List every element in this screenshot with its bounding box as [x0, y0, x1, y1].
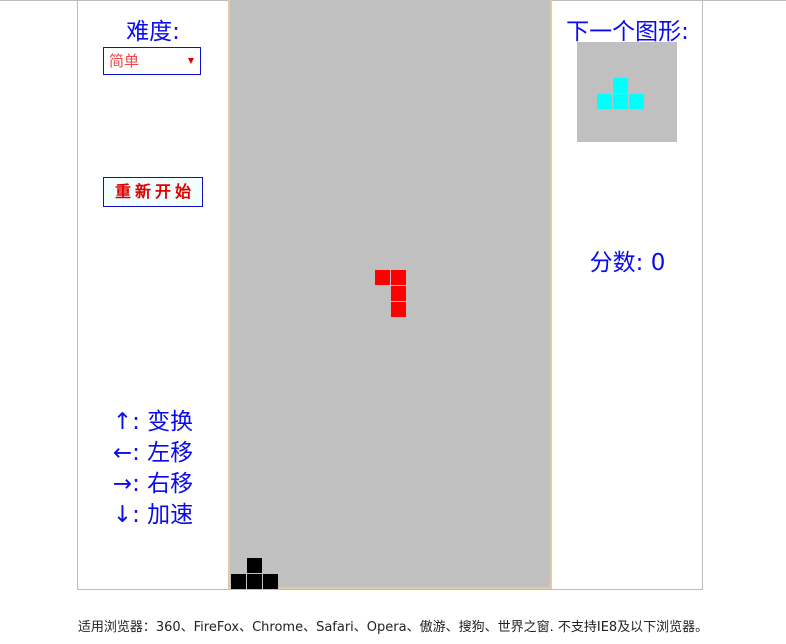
up-arrow-icon: ↑: [112, 409, 133, 435]
dropdown-arrow-icon: [188, 58, 194, 64]
landed-block: [247, 558, 262, 573]
score-label: 分数:: [589, 250, 644, 276]
right-panel: 下一个图形: 分数: 0: [553, 0, 702, 589]
left-arrow-icon: ←: [112, 440, 133, 466]
falling-piece-block: [391, 270, 406, 285]
control-left: ←: 左移: [112, 440, 194, 466]
landed-block: [231, 574, 246, 589]
landed-block: [263, 574, 278, 589]
game-board[interactable]: [228, 0, 552, 589]
falling-piece-block: [375, 270, 390, 285]
control-rotate: ↑: 变换: [112, 409, 194, 435]
next-piece-preview: [577, 42, 677, 142]
landed-block: [247, 574, 262, 589]
control-speed-up: ↓: 加速: [112, 502, 194, 528]
next-piece-block: [613, 94, 628, 109]
difficulty-selected-value: 简单: [109, 52, 140, 70]
controls-help: ↑: 变换 ←: 左移 →: 右移 ↓: 加速: [78, 407, 228, 531]
control-action: 左移: [147, 440, 194, 466]
right-arrow-icon: →: [112, 471, 133, 497]
score-value: 0: [650, 250, 666, 276]
next-piece-block: [613, 78, 628, 93]
down-arrow-icon: ↓: [112, 502, 133, 528]
difficulty-label: 难度:: [126, 19, 180, 45]
game-container: 难度: 简单 重新开始 ↑: 变换 ←: 左移 →: 右移 ↓: 加速 下一个图…: [77, 0, 703, 590]
left-panel: 难度: 简单 重新开始 ↑: 变换 ←: 左移 →: 右移 ↓: 加速: [78, 0, 228, 589]
browser-support-note: 适用浏览器：360、FireFox、Chrome、Safari、Opera、傲游…: [77, 620, 709, 635]
score-display: 分数: 0: [553, 243, 702, 277]
control-action: 变换: [147, 409, 194, 435]
restart-button[interactable]: 重新开始: [103, 177, 203, 207]
falling-piece-block: [391, 302, 406, 317]
control-action: 右移: [147, 471, 194, 497]
next-piece-label: 下一个图形:: [566, 19, 689, 45]
next-piece-block: [629, 94, 644, 109]
control-action: 加速: [147, 502, 194, 528]
control-right: →: 右移: [112, 471, 194, 497]
next-piece-block: [597, 94, 612, 109]
falling-piece-block: [391, 286, 406, 301]
difficulty-select[interactable]: 简单: [103, 47, 201, 75]
